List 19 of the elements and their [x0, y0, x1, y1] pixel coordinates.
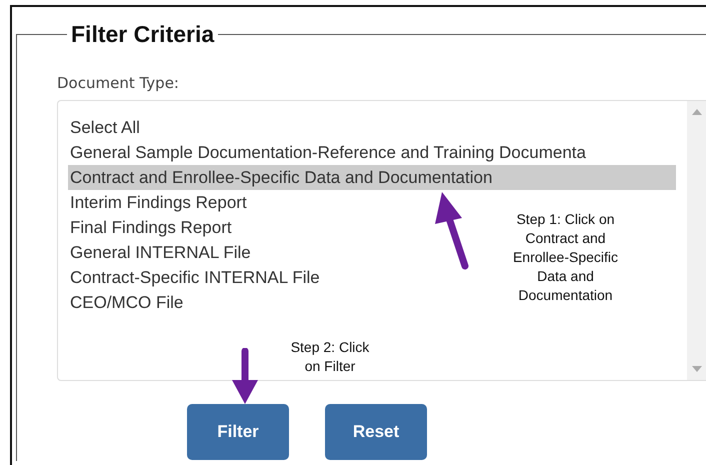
document-type-listbox[interactable] [57, 100, 706, 381]
list-option[interactable]: Final Findings Report [68, 215, 232, 240]
list-option[interactable]: General INTERNAL File [68, 240, 251, 265]
annotation-text: Step 2: Click on Filter [290, 338, 370, 376]
list-option[interactable]: General Sample Documentation-Reference and Training Documenta [68, 140, 586, 165]
annotation-text: Step 1: Click on Contract and Enrollee-Specific Data and Documentation [512, 210, 620, 305]
pointer-arrow [232, 348, 258, 404]
list-option[interactable]: Select All [68, 115, 140, 140]
action-button[interactable]: Reset [325, 404, 427, 460]
list-option[interactable]: Contract and Enrollee-Specific Data and Documentation [68, 165, 676, 190]
list-option[interactable]: CEO/MCO File [68, 290, 184, 315]
fieldset-legend: Filter Criteria [67, 21, 218, 48]
scroll-down-icon[interactable] [692, 366, 702, 372]
action-button[interactable]: Filter [187, 404, 289, 460]
scroll-up-icon[interactable] [692, 109, 702, 115]
list-option[interactable]: Contract-Specific INTERNAL File [68, 265, 320, 290]
field-label: Document Type: [57, 74, 180, 92]
list-option[interactable]: Interim Findings Report [68, 190, 247, 215]
scrollbar[interactable] [687, 101, 706, 380]
